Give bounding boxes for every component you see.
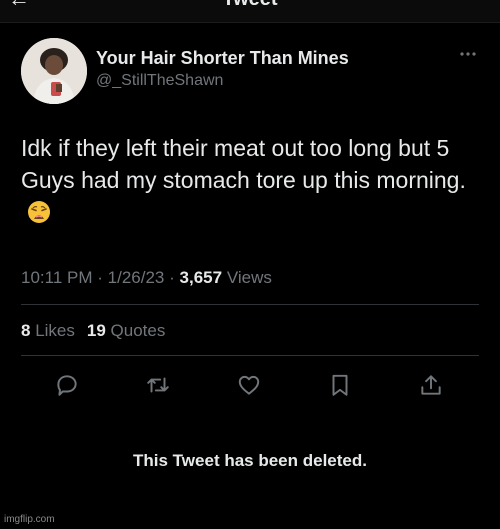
likes-count: 8 xyxy=(21,321,31,340)
likes-stat[interactable]: 8 Likes xyxy=(21,321,75,340)
like-icon xyxy=(238,375,260,395)
quotes-stat[interactable]: 19 Quotes xyxy=(87,321,165,340)
share-icon xyxy=(421,375,441,395)
bookmark-button[interactable] xyxy=(325,370,355,400)
like-button[interactable] xyxy=(234,370,264,400)
author-handle[interactable]: @_StillTheShawn xyxy=(96,72,223,90)
divider xyxy=(21,304,479,305)
tweet-date[interactable]: 1/26/23 xyxy=(108,268,165,287)
reply-button[interactable] xyxy=(52,370,82,400)
views-count: 3,657 xyxy=(179,268,223,287)
meta-separator: · xyxy=(169,268,175,287)
more-options-icon[interactable] xyxy=(456,48,480,60)
weary-face-emoji-icon xyxy=(28,201,50,223)
divider xyxy=(21,355,479,356)
tweet-time: 10:11 PM xyxy=(21,268,93,287)
avatar[interactable] xyxy=(21,38,87,104)
author-display-name[interactable]: Your Hair Shorter Than Mines xyxy=(96,48,349,69)
retweet-icon xyxy=(147,377,169,393)
share-button[interactable] xyxy=(416,370,446,400)
top-bar: ← Tweet xyxy=(0,0,500,23)
reply-icon xyxy=(57,375,77,396)
avatar-photo xyxy=(21,38,87,104)
likes-label: Likes xyxy=(35,321,75,340)
bookmark-icon xyxy=(332,374,348,396)
tweet-meta: 10:11 PM · 1/26/23 · 3,657 Views xyxy=(21,268,272,288)
retweet-button[interactable] xyxy=(143,370,173,400)
page-title: Tweet xyxy=(0,0,500,11)
tweet-text: Idk if they left their meat out too long… xyxy=(21,132,481,228)
views-label: Views xyxy=(226,268,272,287)
watermark: imgflip.com xyxy=(4,514,55,525)
deleted-tweet-notice: This Tweet has been deleted. xyxy=(133,451,367,470)
tweet-body: Idk if they left their meat out too long… xyxy=(21,135,466,193)
quotes-count: 19 xyxy=(86,321,106,340)
quotes-label: Quotes xyxy=(110,321,166,340)
engagement-stats: 8 Likes 19 Quotes xyxy=(21,321,165,341)
meta-separator: · xyxy=(97,268,103,287)
